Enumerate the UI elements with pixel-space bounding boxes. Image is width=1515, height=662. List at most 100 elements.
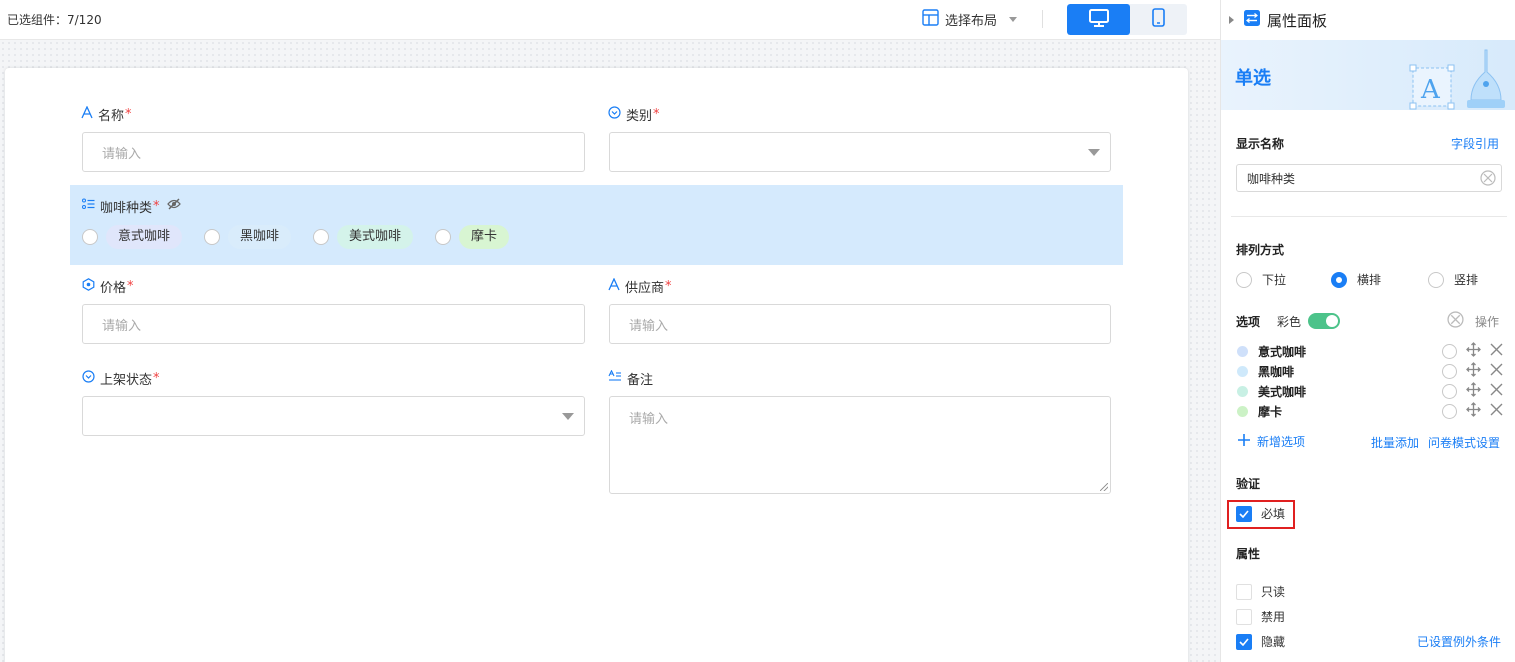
multiline-text-icon bbox=[608, 369, 622, 386]
disabled-label: 禁用 bbox=[1261, 610, 1286, 624]
category-select[interactable] bbox=[609, 132, 1111, 172]
required-mark: * bbox=[127, 278, 134, 294]
default-radio[interactable] bbox=[1442, 383, 1457, 399]
panel-header: 属性面板 bbox=[1221, 0, 1515, 40]
disabled-checkbox[interactable]: 禁用 bbox=[1236, 608, 1285, 625]
status-select[interactable] bbox=[82, 396, 585, 436]
radio-option-espresso[interactable]: 意式咖啡 bbox=[82, 225, 183, 249]
arrange-option-vertical[interactable]: 竖排 bbox=[1428, 271, 1478, 288]
name-input-placeholder: 请输入 bbox=[102, 146, 142, 162]
toolbar-divider bbox=[1042, 10, 1043, 28]
remark-placeholder: 请输入 bbox=[629, 412, 669, 427]
mobile-view-button[interactable] bbox=[1130, 4, 1187, 35]
arrange-option-horizontal[interactable]: 横排 bbox=[1331, 271, 1381, 288]
radio-option-black[interactable]: 黑咖啡 bbox=[204, 225, 292, 249]
display-name-label: 显示名称 bbox=[1236, 137, 1285, 151]
checkbox-box[interactable] bbox=[1236, 608, 1252, 625]
field-remark-label: 备注 bbox=[627, 372, 654, 388]
validation-label: 验证 bbox=[1236, 477, 1261, 491]
price-input[interactable]: 请输入 bbox=[82, 304, 585, 344]
desktop-view-button[interactable] bbox=[1067, 4, 1130, 35]
delete-icon[interactable] bbox=[1490, 343, 1503, 360]
clear-icon[interactable] bbox=[1480, 170, 1496, 189]
component-type-banner: 单选 A bbox=[1221, 40, 1515, 110]
field-supplier[interactable]: 供应商 * bbox=[608, 276, 672, 296]
field-reference-link[interactable]: 字段引用 bbox=[1451, 135, 1499, 152]
radio-circle[interactable] bbox=[313, 229, 330, 245]
field-supplier-label: 供应商 bbox=[625, 280, 665, 296]
number-icon bbox=[82, 277, 95, 295]
radio-circle[interactable] bbox=[1236, 271, 1252, 288]
option-item: 摩卡 bbox=[1237, 401, 1503, 421]
option-item: 意式咖啡 bbox=[1237, 341, 1503, 361]
delete-icon[interactable] bbox=[1490, 383, 1503, 400]
drag-move-icon[interactable] bbox=[1466, 381, 1481, 401]
drag-move-icon[interactable] bbox=[1466, 361, 1481, 381]
arrange-option-label: 下拉 bbox=[1262, 273, 1287, 287]
field-coffee-type-label: 咖啡种类 bbox=[100, 200, 153, 216]
radio-circle[interactable] bbox=[82, 229, 98, 245]
price-input-placeholder: 请输入 bbox=[102, 318, 142, 334]
name-input[interactable]: 请输入 bbox=[82, 132, 585, 172]
option-item: 黑咖啡 bbox=[1237, 361, 1503, 381]
checkbox-box[interactable] bbox=[1236, 583, 1252, 600]
colorful-toggle[interactable] bbox=[1308, 313, 1340, 329]
device-switcher bbox=[1067, 4, 1187, 35]
option-color-dot[interactable] bbox=[1237, 385, 1248, 397]
questionnaire-settings-link[interactable]: 问卷模式设置 bbox=[1428, 434, 1500, 451]
drag-move-icon[interactable] bbox=[1466, 341, 1481, 361]
text-pen-illustration-icon: A bbox=[1407, 48, 1513, 110]
option-color-dot[interactable] bbox=[1237, 345, 1248, 357]
arrange-option-dropdown[interactable]: 下拉 bbox=[1236, 271, 1286, 288]
field-coffee-type-selected[interactable]: 咖啡种类 * 意式咖啡 黑咖啡 美式咖啡 摩卡 bbox=[70, 185, 1123, 265]
radio-option-mocha[interactable]: 摩卡 bbox=[435, 225, 510, 249]
exception-condition-link[interactable]: 已设置例外条件 bbox=[1417, 633, 1501, 650]
field-category[interactable]: 类别 * bbox=[608, 105, 660, 124]
option-item-label[interactable]: 摩卡 bbox=[1258, 403, 1442, 420]
option-item-label[interactable]: 黑咖啡 bbox=[1258, 363, 1442, 380]
select-layout-button[interactable]: 选择布局 bbox=[922, 8, 1018, 30]
radio-circle-selected[interactable] bbox=[1331, 271, 1347, 288]
default-radio[interactable] bbox=[1442, 343, 1457, 359]
expand-arrow-icon[interactable] bbox=[1229, 16, 1234, 24]
option-color-dot[interactable] bbox=[1237, 365, 1248, 377]
supplier-input[interactable]: 请输入 bbox=[609, 304, 1111, 344]
drag-move-icon[interactable] bbox=[1466, 401, 1481, 421]
option-item-label[interactable]: 美式咖啡 bbox=[1258, 383, 1442, 400]
remark-textarea[interactable]: 请输入 bbox=[609, 396, 1111, 494]
layout-icon bbox=[922, 8, 939, 30]
field-status[interactable]: 上架状态 * bbox=[82, 369, 160, 388]
delete-icon[interactable] bbox=[1490, 363, 1503, 380]
dropdown-circle-icon bbox=[82, 369, 95, 387]
add-option-button[interactable]: 新增选项 bbox=[1237, 433, 1305, 450]
options-label: 选项 bbox=[1236, 315, 1261, 329]
check-icon[interactable] bbox=[1236, 633, 1252, 650]
chevron-down-icon bbox=[1009, 16, 1018, 22]
desktop-icon bbox=[1088, 8, 1109, 31]
option-item-label[interactable]: 意式咖啡 bbox=[1258, 343, 1442, 360]
field-name-label: 名称 bbox=[98, 108, 125, 124]
hidden-checkbox[interactable]: 隐藏 bbox=[1236, 633, 1285, 650]
option-chip: 美式咖啡 bbox=[337, 225, 414, 249]
option-chip: 黑咖啡 bbox=[228, 225, 292, 249]
arrange-label: 排列方式 bbox=[1236, 243, 1285, 257]
radio-circle[interactable] bbox=[435, 229, 452, 245]
batch-add-link[interactable]: 批量添加 bbox=[1371, 434, 1419, 451]
resize-handle[interactable] bbox=[1100, 483, 1108, 491]
field-price[interactable]: 价格 * bbox=[82, 277, 134, 296]
radio-option-americano[interactable]: 美式咖啡 bbox=[313, 225, 414, 249]
readonly-checkbox[interactable]: 只读 bbox=[1236, 583, 1285, 600]
default-radio[interactable] bbox=[1442, 403, 1457, 419]
field-name[interactable]: 名称 * bbox=[81, 104, 132, 124]
option-chip: 摩卡 bbox=[459, 225, 510, 249]
hidden-label: 隐藏 bbox=[1261, 635, 1286, 649]
delete-icon[interactable] bbox=[1490, 403, 1503, 420]
default-radio[interactable] bbox=[1442, 363, 1457, 379]
radio-circle[interactable] bbox=[204, 229, 221, 245]
clear-icon[interactable] bbox=[1447, 311, 1464, 332]
field-remark[interactable]: 备注 bbox=[608, 369, 654, 388]
display-name-input[interactable]: 咖啡种类 bbox=[1236, 164, 1502, 192]
radio-circle[interactable] bbox=[1428, 271, 1444, 288]
option-color-dot[interactable] bbox=[1237, 405, 1248, 417]
text-icon bbox=[608, 276, 620, 295]
